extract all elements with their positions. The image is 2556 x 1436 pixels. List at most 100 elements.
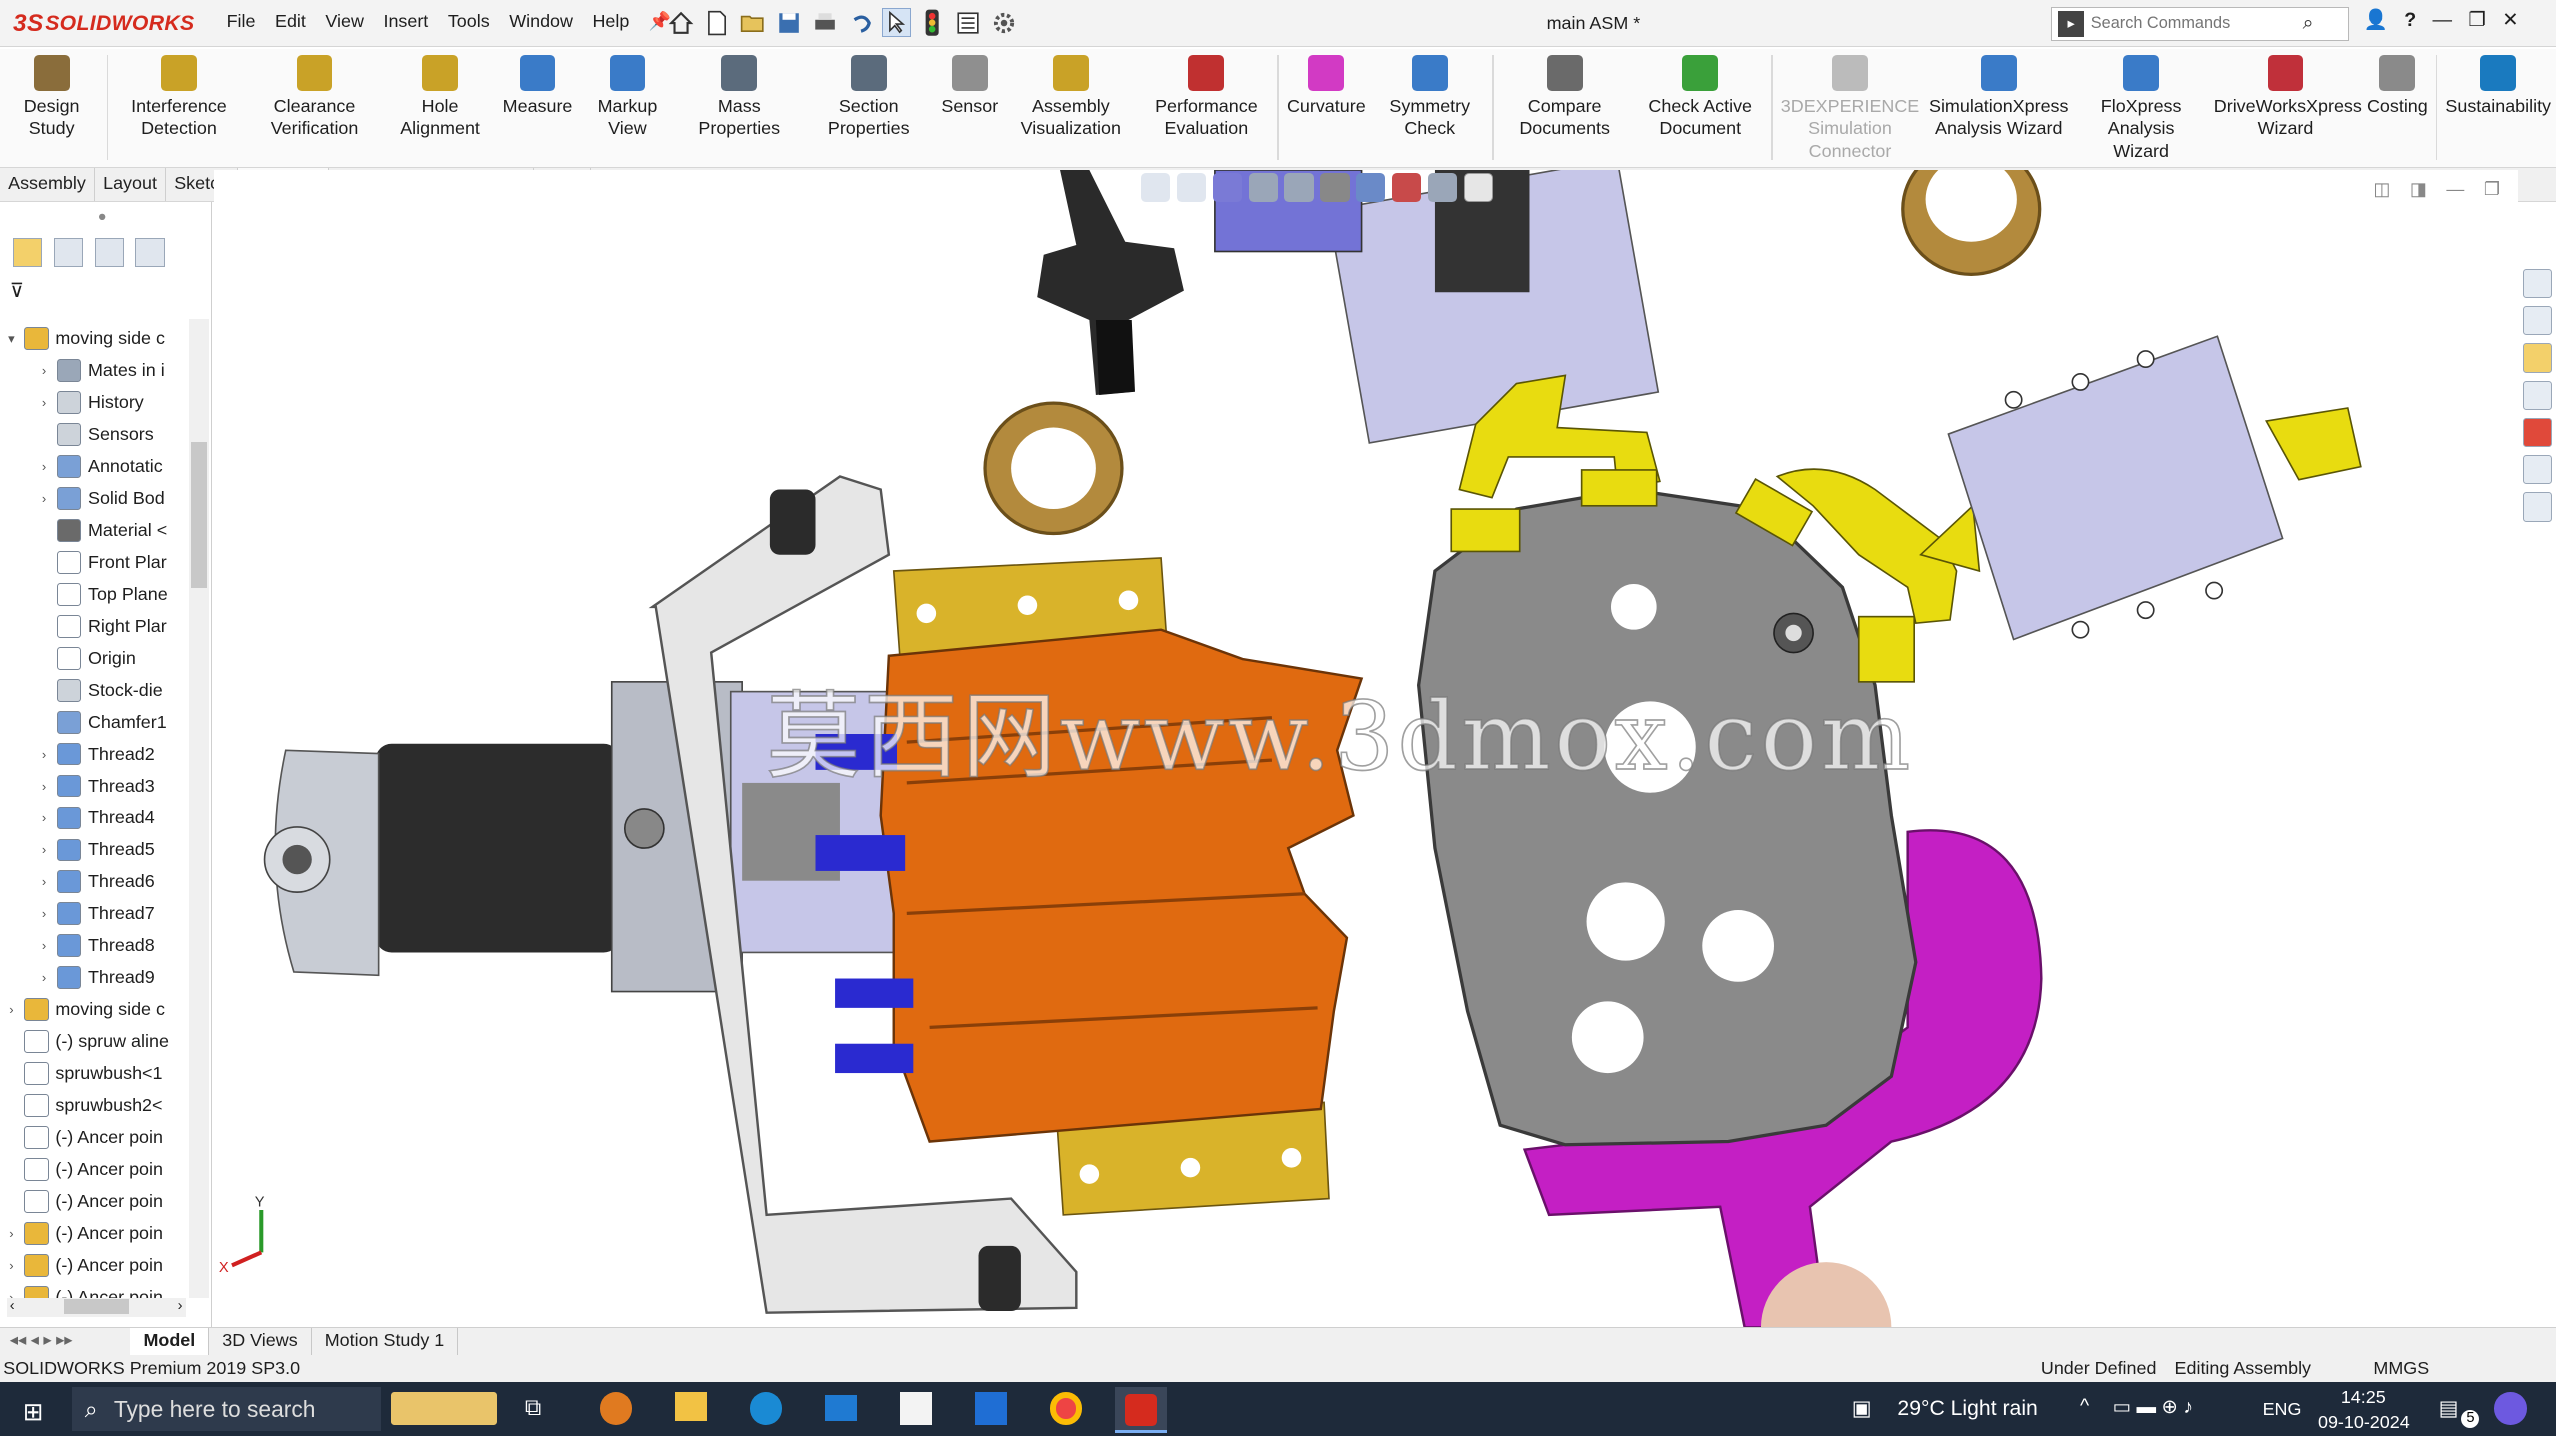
tree-item[interactable]: (-) Ancer poin [0,1153,189,1185]
tree-item[interactable]: › Thread2 [0,738,189,770]
expand-arrow-icon[interactable]: › [36,491,52,506]
tree-item[interactable]: › Thread9 [0,962,189,994]
menu-tools[interactable]: Tools [438,11,499,32]
tree-hscrollbar[interactable]: ‹ › [6,1297,186,1318]
filter-icon[interactable]: ⊽ [10,279,24,303]
tree-item[interactable]: Chamfer1 [0,706,189,738]
design-study-tool[interactable]: Design Study [0,49,103,140]
tree-item[interactable]: › Thread6 [0,866,189,898]
costing-tool[interactable]: Costing [2362,49,2433,117]
mass-properties-tool[interactable]: Mass Properties [678,49,801,140]
sensor-tool[interactable]: Sensor [937,49,1004,117]
sustainability-tool[interactable]: Sustainability [2441,49,2556,117]
file-explorer-icon[interactable] [2522,343,2552,373]
tree-item[interactable]: › History [0,387,189,419]
tree-item[interactable]: ▾ moving side c [0,323,189,355]
viewport-split2-icon[interactable]: ◨ [2410,179,2427,200]
design-library-icon[interactable] [2522,306,2552,336]
tree-item[interactable]: › (-) Ancer poin [0,1217,189,1249]
forum-icon[interactable] [2522,492,2552,522]
display-style-icon[interactable] [1320,172,1350,203]
curvature-tool[interactable]: Curvature [1282,49,1370,117]
clearance-verification-tool[interactable]: Clearance Verification [247,49,383,140]
edge-browser-icon[interactable] [749,1392,783,1425]
viewport-minimize-icon[interactable]: — [2446,179,2464,200]
driveworksxpress-tool[interactable]: DriveWorksXpress Wizard [2209,49,2362,140]
print-icon[interactable] [810,8,839,37]
weather-text[interactable]: 29°C Light rain [1897,1397,2037,1421]
expand-arrow-icon[interactable]: › [36,810,52,825]
menu-file[interactable]: File [217,11,265,32]
clock-time[interactable]: 14:25 [2341,1387,2386,1408]
assembly-visualization-tool[interactable]: Assembly Visualization [1003,49,1139,140]
measure-tool[interactable]: Measure [498,49,577,117]
file-explorer-app-icon[interactable] [674,1392,708,1422]
menu-edit[interactable]: Edit [265,11,315,32]
tray-icons[interactable]: ▭ ▬ ⊕ ♪ [2113,1395,2193,1419]
custom-properties-icon[interactable] [2522,455,2552,485]
tree-item[interactable]: (-) spruw aline [0,1026,189,1058]
task-view-icon[interactable]: ⧉ [525,1394,541,1421]
expand-arrow-icon[interactable]: › [36,874,52,889]
waves-app-icon[interactable] [974,1392,1008,1425]
tree-item[interactable]: Sensors [0,419,189,451]
minimize-icon[interactable]: — [2433,9,2453,32]
expand-arrow-icon[interactable]: › [3,1258,19,1273]
apply-scene-icon[interactable] [1427,172,1458,203]
tree-item[interactable]: › Thread4 [0,802,189,834]
solidworks-taskbar-icon[interactable] [1114,1387,1168,1433]
restore-icon[interactable]: ❐ [2468,8,2486,32]
hide-show-items-icon[interactable] [1356,172,1386,203]
section-properties-tool[interactable]: Section Properties [801,49,937,140]
new-document-icon[interactable] [703,8,732,37]
edit-appearance-icon[interactable] [1391,172,1422,203]
language-indicator[interactable]: ENG [2263,1399,2302,1420]
dimxpert-tab-icon[interactable] [135,237,165,268]
tree-item[interactable]: › moving side c [0,994,189,1026]
windows-start-icon[interactable]: ⊞ [23,1397,43,1427]
notifications-icon[interactable]: ▤ [2439,1395,2459,1421]
tree-item[interactable]: › Thread5 [0,834,189,866]
tab-scroll-arrows[interactable]: ◂◂ ◂ ▸ ▸▸ [0,1328,130,1355]
bottom-tab-model[interactable]: Model [130,1327,210,1355]
tree-item[interactable]: › Annotatic [0,451,189,483]
feature-manager-tab-icon[interactable] [13,237,43,268]
property-manager-tab-icon[interactable] [53,237,84,268]
lavender-right-block[interactable] [1946,334,2284,641]
menu-view[interactable]: View [316,11,374,32]
view-palette-icon[interactable] [2522,380,2552,410]
copilot-icon[interactable] [2494,1392,2527,1425]
panel-splitter-handle[interactable]: ● [98,209,107,225]
open-icon[interactable] [738,8,767,37]
menu-insert[interactable]: Insert [374,11,438,32]
tree-item[interactable]: Stock-die [0,674,189,706]
units-selector[interactable]: MMGS [2373,1358,2429,1379]
rebuild-icon[interactable] [918,8,947,37]
clock-date[interactable]: 09-10-2024 [2318,1412,2410,1433]
compare-documents-tool[interactable]: Compare Documents [1497,49,1633,140]
tree-item[interactable]: Top Plane [0,578,189,610]
search-input[interactable] [2090,14,2303,34]
tree-item[interactable]: Front Plar [0,546,189,578]
tree-item[interactable]: spruwbush2< [0,1090,189,1122]
tree-item[interactable]: › Mates in i [0,355,189,387]
taskbar-search[interactable]: ⌕ Type here to search [71,1387,382,1432]
markup-view-tool[interactable]: Markup View [577,49,677,140]
bottom-tab-3d-views[interactable]: 3D Views [209,1327,312,1355]
tree-scrollbar[interactable] [189,319,209,1298]
save-icon[interactable] [774,8,803,37]
tree-item[interactable]: › (-) Ancer poin [0,1249,189,1281]
expand-arrow-icon[interactable]: › [36,363,52,378]
tree-item[interactable]: › Thread7 [0,898,189,930]
symmetry-check-tool[interactable]: Symmetry Check [1371,49,1489,140]
file-properties-icon[interactable] [953,8,982,37]
zoom-area-icon[interactable] [1176,172,1207,203]
scrollbar-thumb[interactable] [190,441,207,589]
select-icon[interactable] [881,8,912,38]
performance-evaluation-tool[interactable]: Performance Evaluation [1139,49,1275,140]
view-orientation-icon[interactable] [1284,172,1314,203]
section-view-icon[interactable] [1248,172,1278,203]
help-icon[interactable]: ? [2404,9,2416,32]
tree-item[interactable]: Origin [0,642,189,674]
store-icon[interactable] [899,1392,933,1425]
